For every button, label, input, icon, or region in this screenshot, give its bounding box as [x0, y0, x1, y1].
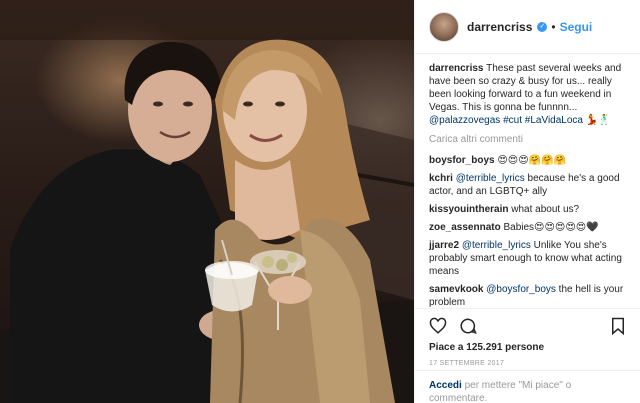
comment-text: what about us?	[508, 204, 580, 215]
comment-username[interactable]: samevkook	[429, 284, 483, 295]
list-item: kissyouintherain what about us?	[429, 203, 627, 216]
caption-mention[interactable]: @palazzovegas	[429, 115, 500, 126]
post-caption: darrencriss These past several weeks and…	[429, 62, 627, 127]
comment-mention[interactable]: @terrible_lyrics	[456, 173, 525, 184]
comment-text: Babies😍😍😍😍😍🖤	[500, 222, 599, 233]
caption-hashtag[interactable]: #LaVidaLoca	[525, 115, 583, 126]
login-link[interactable]: Accedi	[429, 380, 462, 391]
list-item: zoe_assennato Babies😍😍😍😍😍🖤	[429, 221, 627, 234]
comment-text: 😍😍😍🤗🤗🤗	[494, 155, 566, 166]
comment-username[interactable]: kchri	[429, 173, 453, 184]
caption-emoji: 💃🕺	[582, 115, 611, 126]
avatar[interactable]	[429, 11, 459, 42]
post-sidebar: darrencriss ✓ • Segui darrencriss These …	[414, 0, 640, 403]
post-date: 17 SETTEMBRE 2017	[429, 360, 505, 367]
list-item: boysfor_boys 😍😍😍🤗🤗🤗	[429, 154, 627, 167]
comment-username[interactable]: boysfor_boys	[429, 155, 495, 166]
heart-icon[interactable]	[429, 317, 447, 335]
comment-mention[interactable]: @terrible_lyrics	[462, 240, 531, 251]
bookmark-icon[interactable]	[609, 317, 627, 335]
comment-icon[interactable]	[459, 317, 477, 335]
comment-mention[interactable]: @boysfor_boys	[486, 284, 556, 295]
list-item: kchri @terrible_lyrics because he's a go…	[429, 172, 627, 198]
follow-button[interactable]: Segui	[560, 20, 593, 34]
instagram-post: darrencriss ✓ • Segui darrencriss These …	[0, 0, 640, 403]
verified-badge-icon: ✓	[537, 21, 548, 32]
post-header: darrencriss ✓ • Segui	[415, 0, 640, 54]
comment-username[interactable]: kissyouintherain	[429, 204, 508, 215]
caption-hashtag[interactable]: #cut	[500, 115, 522, 126]
photo-illustration	[0, 0, 414, 403]
username[interactable]: darrencriss	[467, 20, 532, 34]
comment-username[interactable]: jjarre2	[429, 240, 459, 251]
caption-username[interactable]: darrencriss	[429, 63, 483, 74]
action-icons	[429, 317, 627, 337]
comment-username[interactable]: zoe_assennato	[429, 222, 501, 233]
comments-list: darrencriss These past several weeks and…	[429, 62, 627, 314]
separator-dot: •	[551, 19, 556, 34]
post-photo[interactable]	[0, 0, 414, 403]
load-more-comments[interactable]: Carica altri commenti	[429, 133, 627, 146]
like-count[interactable]: Piace a 125.291 persone	[429, 342, 544, 353]
list-item: jjarre2 @terrible_lyrics Unlike You she'…	[429, 239, 627, 278]
list-item: samevkook @boysfor_boys the hell is your…	[429, 283, 627, 309]
login-prompt: Accedi per mettere "Mi piace" o commenta…	[415, 370, 640, 403]
